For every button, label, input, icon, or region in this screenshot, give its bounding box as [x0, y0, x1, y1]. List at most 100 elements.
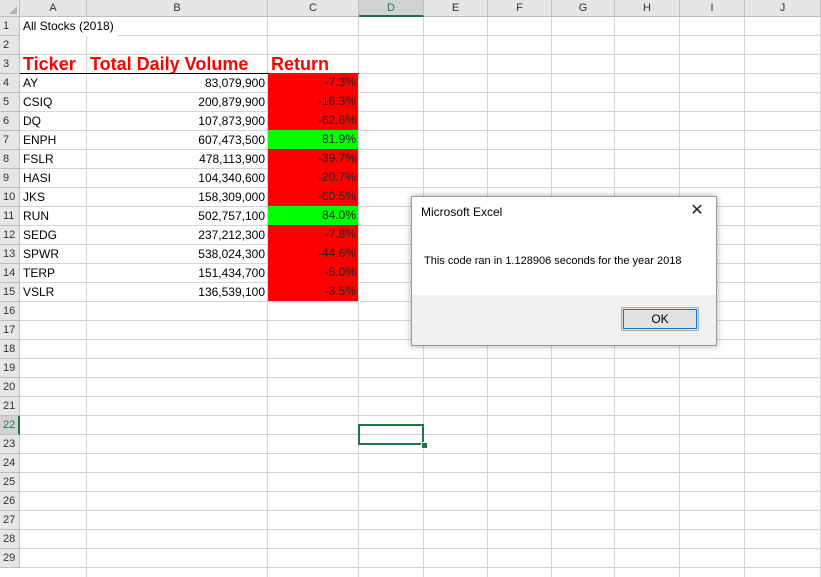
- gridline-horizontal: [20, 377, 821, 378]
- message-dialog: Microsoft Excel ✕ This code ran in 1.128…: [411, 196, 717, 346]
- row-header-17[interactable]: 17: [0, 321, 20, 340]
- sheet-title[interactable]: All Stocks (2018): [20, 17, 118, 36]
- volume-cell[interactable]: 538,024,300: [87, 245, 267, 263]
- ticker-cell[interactable]: TERP: [20, 264, 87, 282]
- fill-handle[interactable]: [421, 442, 428, 449]
- select-all-triangle-icon: [9, 6, 17, 14]
- gridline-horizontal: [20, 472, 821, 473]
- volume-cell[interactable]: 478,113,900: [87, 150, 267, 168]
- row-header-3[interactable]: 3: [0, 55, 20, 74]
- row-header-9[interactable]: 9: [0, 169, 20, 188]
- ticker-cell[interactable]: CSIQ: [20, 93, 87, 111]
- ok-button[interactable]: OK: [621, 307, 699, 331]
- column-header-c[interactable]: C: [268, 0, 359, 17]
- volume-cell[interactable]: 104,340,600: [87, 169, 267, 187]
- column-header-j[interactable]: J: [745, 0, 821, 17]
- row-header-7[interactable]: 7: [0, 131, 20, 150]
- header-return[interactable]: Return: [271, 55, 329, 73]
- return-cell-negative[interactable]: -60.5%: [268, 187, 358, 206]
- header-ticker[interactable]: Ticker: [23, 55, 76, 73]
- ticker-cell[interactable]: AY: [20, 74, 87, 92]
- row-header-18[interactable]: 18: [0, 340, 20, 359]
- gridline-horizontal: [20, 396, 821, 397]
- gridline-vertical: [358, 17, 359, 577]
- return-cell-negative[interactable]: -16.3%: [268, 92, 358, 111]
- ticker-cell[interactable]: FSLR: [20, 150, 87, 168]
- column-header-d[interactable]: D: [359, 0, 424, 17]
- return-cell-negative[interactable]: -39.7%: [268, 149, 358, 168]
- row-header-4[interactable]: 4: [0, 74, 20, 93]
- row-header-23[interactable]: 23: [0, 435, 20, 454]
- return-cell-negative[interactable]: -44.6%: [268, 244, 358, 263]
- row-header-28[interactable]: 28: [0, 530, 20, 549]
- column-header-a[interactable]: A: [20, 0, 87, 17]
- row-header-27[interactable]: 27: [0, 511, 20, 530]
- row-header-21[interactable]: 21: [0, 397, 20, 416]
- ticker-cell[interactable]: SPWR: [20, 245, 87, 263]
- return-cell-negative[interactable]: -3.5%: [268, 282, 358, 301]
- return-cell-positive[interactable]: 84.0%: [268, 206, 358, 225]
- ticker-cell[interactable]: ENPH: [20, 131, 87, 149]
- return-cell-negative[interactable]: -20.7%: [268, 168, 358, 187]
- gridline-horizontal: [20, 548, 821, 549]
- gridline-horizontal: [20, 491, 821, 492]
- ticker-cell[interactable]: HASI: [20, 169, 87, 187]
- column-header-i[interactable]: I: [680, 0, 745, 17]
- row-header-19[interactable]: 19: [0, 359, 20, 378]
- gridline-horizontal: [20, 529, 821, 530]
- ticker-cell[interactable]: JKS: [20, 188, 87, 206]
- column-header-h[interactable]: H: [615, 0, 680, 17]
- return-cell-negative[interactable]: -62.6%: [268, 111, 358, 130]
- column-header-b[interactable]: B: [87, 0, 268, 17]
- ticker-cell[interactable]: RUN: [20, 207, 87, 225]
- row-header-14[interactable]: 14: [0, 264, 20, 283]
- ticker-cell[interactable]: VSLR: [20, 283, 87, 301]
- row-header-24[interactable]: 24: [0, 454, 20, 473]
- ticker-cell[interactable]: DQ: [20, 112, 87, 130]
- row-header-26[interactable]: 26: [0, 492, 20, 511]
- volume-cell[interactable]: 237,212,300: [87, 226, 267, 244]
- row-header-2[interactable]: 2: [0, 36, 20, 55]
- volume-cell[interactable]: 502,757,100: [87, 207, 267, 225]
- dialog-footer: OK: [412, 295, 716, 345]
- gridline-horizontal: [20, 358, 821, 359]
- header-total-daily-volume[interactable]: Total Daily Volume: [90, 55, 249, 73]
- column-header-f[interactable]: F: [488, 0, 552, 17]
- select-all-corner[interactable]: [0, 0, 20, 17]
- return-cell-negative[interactable]: -7.8%: [268, 225, 358, 244]
- gridline-horizontal: [20, 415, 821, 416]
- return-cell-negative[interactable]: -5.0%: [268, 263, 358, 282]
- volume-cell[interactable]: 83,079,900: [87, 74, 267, 92]
- active-cell-selection[interactable]: [358, 424, 424, 445]
- row-header-13[interactable]: 13: [0, 245, 20, 264]
- close-icon[interactable]: ✕: [684, 199, 710, 223]
- volume-cell[interactable]: 158,309,000: [87, 188, 267, 206]
- row-header-5[interactable]: 5: [0, 93, 20, 112]
- row-header-25[interactable]: 25: [0, 473, 20, 492]
- row-header-16[interactable]: 16: [0, 302, 20, 321]
- gridline-vertical: [744, 17, 745, 577]
- row-header-6[interactable]: 6: [0, 112, 20, 131]
- ticker-cell[interactable]: SEDG: [20, 226, 87, 244]
- dialog-title: Microsoft Excel: [421, 205, 503, 219]
- gridline-horizontal: [20, 510, 821, 511]
- row-header-29[interactable]: 29: [0, 549, 20, 568]
- volume-cell[interactable]: 151,434,700: [87, 264, 267, 282]
- column-header-e[interactable]: E: [424, 0, 488, 17]
- row-header-15[interactable]: 15: [0, 283, 20, 302]
- row-header-22[interactable]: 22: [0, 416, 20, 435]
- return-cell-positive[interactable]: 81.9%: [268, 130, 358, 149]
- row-header-1[interactable]: 1: [0, 17, 20, 36]
- row-header-12[interactable]: 12: [0, 226, 20, 245]
- row-header-8[interactable]: 8: [0, 150, 20, 169]
- row-header-20[interactable]: 20: [0, 378, 20, 397]
- volume-cell[interactable]: 136,539,100: [87, 283, 267, 301]
- volume-cell[interactable]: 200,879,900: [87, 93, 267, 111]
- row-header-11[interactable]: 11: [0, 207, 20, 226]
- return-cell-negative[interactable]: -7.3%: [268, 73, 358, 92]
- volume-cell[interactable]: 107,873,900: [87, 112, 267, 130]
- volume-cell[interactable]: 607,473,500: [87, 131, 267, 149]
- dialog-message: This code ran in 1.128906 seconds for th…: [424, 255, 682, 267]
- row-header-10[interactable]: 10: [0, 188, 20, 207]
- column-header-g[interactable]: G: [552, 0, 615, 17]
